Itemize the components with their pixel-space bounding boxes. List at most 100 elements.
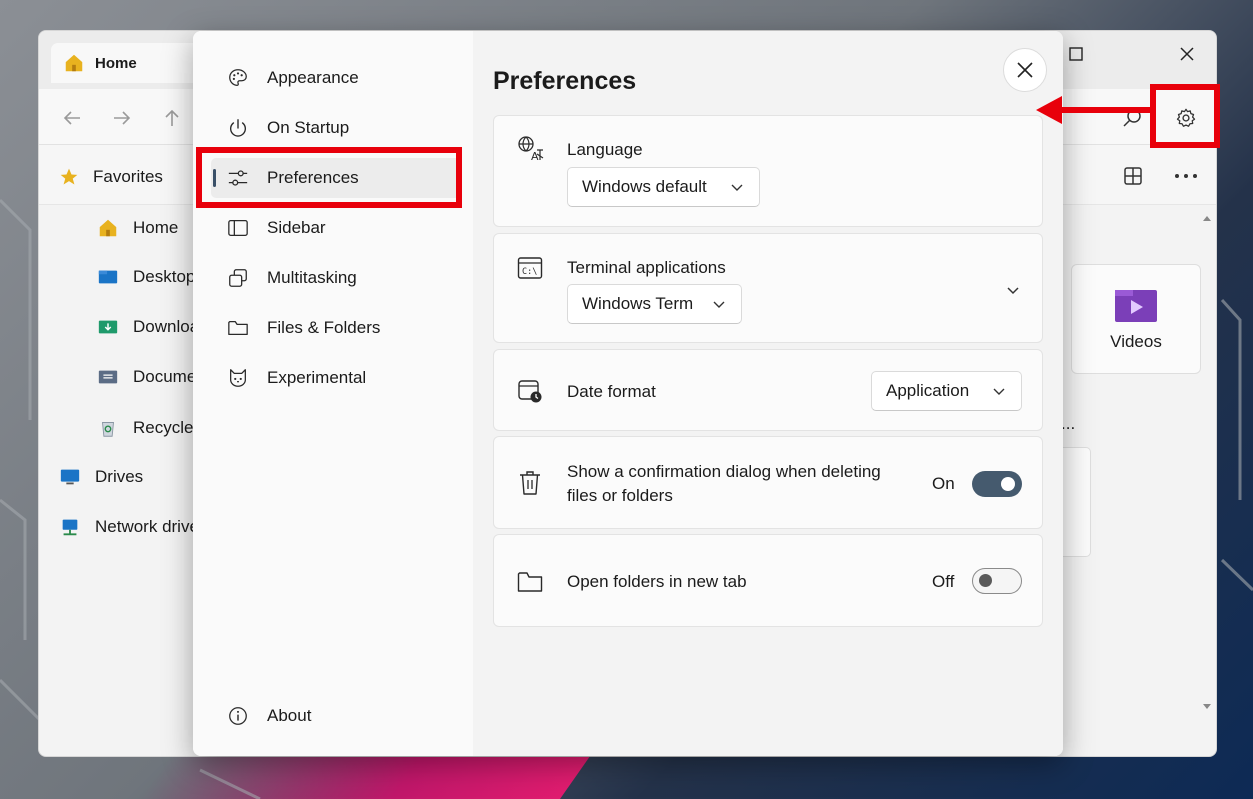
arrow-right-icon [114, 111, 131, 125]
date-format-value: Application [886, 381, 970, 400]
close-dialog-button[interactable] [1003, 48, 1047, 92]
sidebar-item-favorites[interactable]: Favorites [59, 167, 163, 187]
arrow-left-icon [63, 111, 80, 125]
scroll-up-icon [1203, 216, 1211, 221]
chevron-down-icon [713, 301, 725, 308]
settings-content: Preferences A Language Windows default C… [473, 31, 1063, 756]
date-format-label: Date format [567, 382, 656, 401]
cat-icon [227, 367, 249, 389]
chevron-down-icon [993, 388, 1005, 395]
terminal-label: Terminal applications [567, 258, 726, 277]
open-new-tab-label: Open folders in new tab [567, 572, 747, 591]
arrow-up-icon [165, 109, 179, 126]
setting-card-terminal[interactable]: C:\ Terminal applications Windows Term [493, 233, 1043, 343]
nav-label: Experimental [267, 368, 367, 387]
sidebar-item-desktop[interactable]: Desktop [97, 267, 195, 287]
star-icon [60, 168, 78, 185]
more-horizontal-icon [1175, 174, 1197, 178]
setting-card-confirm-delete: Show a confirmation dialog when deleting… [493, 436, 1043, 529]
toggle-knob [1001, 477, 1015, 491]
documents-folder-icon [98, 370, 118, 384]
nav-item-appearance[interactable]: Appearance [211, 58, 461, 98]
close-window-button[interactable] [1164, 39, 1210, 69]
nav-label: Multitasking [267, 268, 357, 287]
settings-highlight-box [1150, 84, 1220, 148]
folder-icon [516, 568, 544, 596]
nav-item-experimental[interactable]: Experimental [211, 358, 461, 398]
language-icon: A [516, 134, 544, 162]
setting-card-open-new-tab: Open folders in new tab Off [493, 534, 1043, 627]
language-value: Windows default [582, 177, 707, 196]
explorer-sidebar: Favorites Home Desktop Downloads Documen… [39, 145, 223, 756]
scroll-down-icon [1203, 704, 1211, 709]
annotation-arrow-line [1060, 107, 1155, 113]
folder-icon [227, 317, 249, 339]
desktop-folder-icon [98, 270, 118, 284]
palette-icon [227, 67, 249, 89]
nav-item-on-startup[interactable]: On Startup [211, 108, 461, 148]
trash-icon [516, 469, 544, 497]
calendar-clock-icon [516, 377, 544, 405]
videos-folder-label: Videos [1110, 332, 1162, 351]
language-dropdown[interactable]: Windows default [567, 167, 760, 207]
nav-label: Sidebar [267, 218, 326, 237]
close-icon [1017, 62, 1033, 78]
videos-folder-tile[interactable]: Videos [1071, 264, 1201, 374]
svg-text:A: A [531, 150, 539, 162]
settings-nav: Appearance On Startup Preferences Sideba… [193, 31, 473, 756]
nav-label: On Startup [267, 118, 350, 137]
videos-folder-icon [1115, 290, 1157, 322]
sidebar-item-network-drives[interactable]: Network drives [59, 517, 207, 537]
drives-icon [60, 469, 80, 485]
confirm-delete-label: Show a confirmation dialog when deleting… [567, 462, 881, 505]
expand-chevron-icon[interactable] [1006, 283, 1020, 297]
terminal-dropdown[interactable]: Windows Term [567, 284, 742, 324]
terminal-value: Windows Term [582, 294, 694, 313]
setting-card-language: A Language Windows default [493, 115, 1043, 227]
close-icon [1180, 47, 1194, 61]
nav-item-files-folders[interactable]: Files & Folders [211, 308, 461, 348]
svg-text:C:\: C:\ [522, 267, 537, 277]
maximize-icon [1069, 47, 1083, 61]
section-more-ellipsis: ... [1061, 414, 1076, 433]
nav-label: About [267, 706, 312, 725]
network-drive-icon [62, 519, 78, 536]
nav-label: Appearance [267, 68, 359, 87]
nav-item-sidebar[interactable]: Sidebar [211, 208, 461, 248]
nav-item-about[interactable]: About [211, 696, 461, 736]
annotation-arrow-head [1036, 96, 1062, 124]
sidebar-item-drives[interactable]: Drives [59, 467, 143, 487]
restore-area [1109, 39, 1155, 69]
tab-title: Home [95, 54, 137, 72]
scrollbar[interactable] [1202, 209, 1212, 716]
more-options-button[interactable] [1169, 159, 1203, 193]
nav-item-multitasking[interactable]: Multitasking [211, 258, 461, 298]
grid-layout-icon [1124, 167, 1142, 185]
back-button[interactable] [55, 101, 89, 135]
info-icon [227, 705, 249, 727]
recycle-bin-icon [101, 422, 115, 437]
setting-card-date-format: Date format Application [493, 349, 1043, 431]
chevron-down-icon [731, 184, 743, 191]
language-label: Language [567, 140, 643, 159]
confirm-delete-state: On [932, 474, 955, 493]
home-icon [99, 219, 117, 237]
home-icon [65, 54, 83, 72]
sidebar-icon [227, 217, 249, 239]
sidebar-item-home[interactable]: Home [97, 217, 178, 239]
page-title: Preferences [493, 67, 637, 95]
power-icon [227, 117, 249, 139]
settings-dialog: Appearance On Startup Preferences Sideba… [193, 31, 1063, 756]
open-new-tab-toggle[interactable] [972, 568, 1022, 594]
preferences-highlight-box [196, 147, 462, 208]
open-new-tab-state: Off [932, 572, 955, 591]
forward-button[interactable] [105, 101, 139, 135]
nav-label: Files & Folders [267, 318, 381, 337]
downloads-folder-icon [98, 320, 118, 334]
up-button[interactable] [155, 101, 189, 135]
confirm-delete-toggle[interactable] [972, 471, 1022, 497]
date-format-dropdown[interactable]: Application [871, 371, 1022, 411]
layout-button[interactable] [1116, 159, 1150, 193]
terminal-icon: C:\ [516, 254, 544, 282]
toggle-knob [979, 574, 992, 587]
